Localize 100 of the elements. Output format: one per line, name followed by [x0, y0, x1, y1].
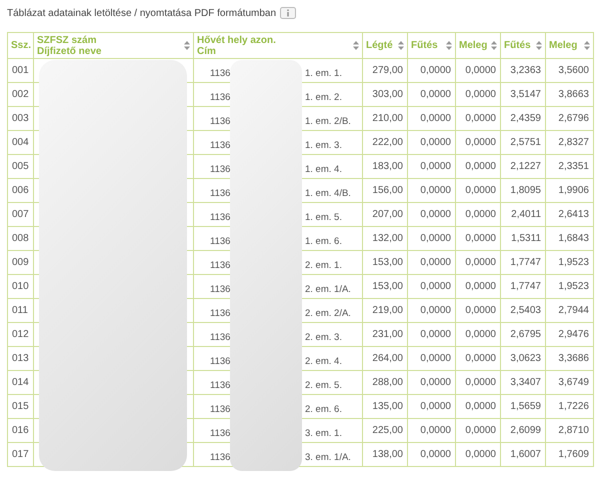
table-cell: 0,0000 — [408, 250, 456, 274]
table-cell: 0,0000 — [408, 226, 456, 250]
table-cell: 1,9523 — [546, 274, 594, 298]
table-cell: 1136 — [210, 380, 230, 391]
table-cell: 2. em. 6. — [305, 404, 342, 415]
table-cell: 0,0000 — [456, 202, 500, 226]
pdf-download-link[interactable]: Táblázat adatainak letöltése / nyomtatása PDF formátumban — [7, 8, 276, 18]
sort-icon[interactable] — [446, 41, 452, 50]
table-cell: 183,00 — [362, 154, 408, 178]
table-cell: 1. em. 4. — [305, 164, 342, 175]
table-cell: 0,0000 — [456, 298, 500, 322]
table-cell: 009 — [8, 250, 34, 274]
table-cell: 1136 — [210, 164, 230, 175]
table-cell: 2,6796 — [546, 106, 594, 130]
table-cell: 3,5600 — [546, 58, 594, 82]
table-cell: 1,5311 — [500, 226, 546, 250]
table-cell: 1,6843 — [546, 226, 594, 250]
table-cell: 3. em. 1. — [305, 428, 342, 439]
table-cell: 153,00 — [362, 250, 408, 274]
table-cell: 3,3686 — [546, 346, 594, 370]
table-cell: 0,0000 — [408, 130, 456, 154]
table-cell: 0,0000 — [408, 178, 456, 202]
table-cell: 0,0000 — [408, 394, 456, 418]
table-cell: 0,0000 — [456, 178, 500, 202]
table-cell: 1,6007 — [500, 442, 546, 466]
table-cell: 2,5751 — [500, 130, 546, 154]
table-cell: 006 — [8, 178, 34, 202]
table-cell: 0,0000 — [408, 82, 456, 106]
table-cell: 279,00 — [362, 58, 408, 82]
table-cell: 1. em. 5. — [305, 212, 342, 223]
table-cell: 016 — [8, 418, 34, 442]
table-cell: 1136 — [210, 116, 230, 127]
column-header[interactable]: Meleg — [456, 32, 500, 58]
table-cell: 2,8710 — [546, 418, 594, 442]
table-cell: 003 — [8, 106, 34, 130]
table-cell: 3,5147 — [500, 82, 546, 106]
table-cell: 0,0000 — [456, 442, 500, 466]
table-cell: 222,00 — [362, 130, 408, 154]
table-cell: 0,0000 — [408, 442, 456, 466]
table-cell: 3,0623 — [500, 346, 546, 370]
table-cell: 0,0000 — [456, 106, 500, 130]
table-cell: 2,6413 — [546, 202, 594, 226]
table-cell: 1136 — [210, 404, 230, 415]
sort-icon[interactable] — [536, 41, 542, 50]
table-cell: 0,0000 — [456, 130, 500, 154]
table-cell: 017 — [8, 442, 34, 466]
table-cell: 0,0000 — [408, 370, 456, 394]
column-header[interactable]: Légté — [362, 32, 408, 58]
table-cell: 2,1227 — [500, 154, 546, 178]
table-cell: 156,00 — [362, 178, 408, 202]
table-cell: 1,8095 — [500, 178, 546, 202]
table-cell: 2. em. 4. — [305, 356, 342, 367]
table-cell: 001 — [8, 58, 34, 82]
table-cell: 2,4359 — [500, 106, 546, 130]
table-cell: 1136 — [210, 284, 230, 295]
table-cell: 2,8327 — [546, 130, 594, 154]
table-cell: 1,9523 — [546, 250, 594, 274]
column-header[interactable]: SZFSZ szám Díjfizető neve — [34, 32, 194, 58]
table-cell: 210,00 — [362, 106, 408, 130]
table-cell: 231,00 — [362, 322, 408, 346]
table-cell: 2,9476 — [546, 322, 594, 346]
table-cell: 0,0000 — [408, 58, 456, 82]
table-cell: 1136 — [210, 140, 230, 151]
table-cell: 0,0000 — [408, 418, 456, 442]
sort-icon[interactable] — [491, 41, 497, 50]
table-cell: 2,5403 — [500, 298, 546, 322]
sort-icon[interactable] — [584, 41, 590, 50]
table-cell: 007 — [8, 202, 34, 226]
sort-icon[interactable] — [184, 41, 190, 50]
table-cell: 1,7226 — [546, 394, 594, 418]
table-cell: 1,7609 — [546, 442, 594, 466]
column-header[interactable]: Fűtés — [500, 32, 546, 58]
column-header[interactable]: Hővét hely azon. Cím — [194, 32, 362, 58]
table-cell: 225,00 — [362, 418, 408, 442]
table-cell: 3,3407 — [500, 370, 546, 394]
table-cell: 002 — [8, 82, 34, 106]
table-cell: 0,0000 — [456, 346, 500, 370]
table-cell: 2,4011 — [500, 202, 546, 226]
table-cell: 2,6795 — [500, 322, 546, 346]
table-cell: 207,00 — [362, 202, 408, 226]
column-header[interactable]: Fűtés — [408, 32, 456, 58]
table-cell: 004 — [8, 130, 34, 154]
table-cell: 0,0000 — [408, 298, 456, 322]
table-cell: 219,00 — [362, 298, 408, 322]
column-header[interactable]: Meleg — [546, 32, 594, 58]
table-cell: 014 — [8, 370, 34, 394]
table-cell: 012 — [8, 322, 34, 346]
table-cell: 0,0000 — [456, 58, 500, 82]
table-cell: 1136 — [210, 308, 230, 319]
info-icon[interactable] — [280, 7, 296, 19]
table-cell: 1136 — [210, 428, 230, 439]
sort-icon[interactable] — [353, 41, 359, 50]
table-cell: 3,2363 — [500, 58, 546, 82]
sort-icon[interactable] — [398, 41, 404, 50]
table-cell: 0,0000 — [408, 346, 456, 370]
table-cell: 1136 — [210, 236, 230, 247]
table-cell: 1136 — [210, 260, 230, 271]
table-cell: 2,6099 — [500, 418, 546, 442]
table-cell: 005 — [8, 154, 34, 178]
table-cell: 1,9906 — [546, 178, 594, 202]
